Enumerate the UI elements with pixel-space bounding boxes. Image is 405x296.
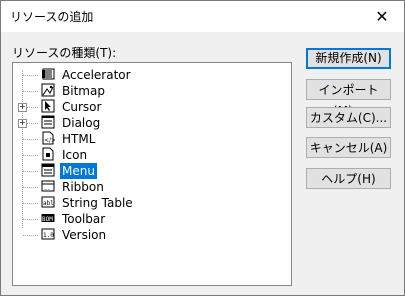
bitmap-icon (41, 83, 55, 97)
tree-item-bitmap[interactable]: Bitmap (13, 83, 283, 99)
tree-branch-line (23, 155, 38, 156)
close-button[interactable]: ✕ (360, 1, 404, 32)
tree-item-label: Cursor (62, 100, 102, 114)
help-button[interactable]: ヘルプ(H) (306, 168, 391, 189)
accelerator-icon (41, 67, 55, 81)
tree-item-label: HTML (62, 132, 96, 146)
string-table-icon: abl (41, 195, 55, 209)
tree-item-label: Dialog (62, 116, 101, 130)
tree-item-string-table[interactable]: abl String Table (13, 195, 283, 211)
tree-item-cursor[interactable]: + Cursor (13, 99, 283, 115)
tree-branch-line (23, 139, 38, 140)
tree-item-dialog[interactable]: + Dialog (13, 115, 283, 131)
cancel-button[interactable]: キャンセル(A) (306, 137, 391, 158)
tree-item-icon[interactable]: Icon (13, 147, 283, 163)
expand-icon[interactable]: + (18, 103, 27, 112)
custom-button[interactable]: カスタム(C)... (306, 107, 391, 128)
toolbar-icon-text: BOM (42, 216, 53, 223)
menu-icon (41, 163, 55, 177)
tree-branch-line (23, 219, 38, 220)
tree-branch-line (23, 203, 38, 204)
html-icon: </> (41, 131, 55, 145)
tree-item-label: String Table (62, 196, 133, 210)
tree-item-label: Bitmap (62, 84, 105, 98)
tree-branch-line (23, 75, 38, 76)
tree-item-html[interactable]: </> HTML (13, 131, 283, 147)
tree-item-label: Ribbon (62, 180, 104, 194)
tree-item-toolbar[interactable]: BOM Toolbar (13, 211, 283, 227)
dialog-title: リソースの追加 (10, 10, 94, 24)
version-icon-text: 1.0 (43, 232, 54, 239)
tree-branch-line (23, 187, 38, 188)
tree-branch-line (23, 235, 38, 236)
dialog-icon (41, 115, 55, 129)
toolbar-icon: BOM (41, 211, 55, 225)
ribbon-icon: ... (41, 179, 55, 193)
tree-item-ribbon[interactable]: ... Ribbon (13, 179, 283, 195)
ribbon-icon-text: ... (44, 185, 50, 192)
tree-item-accelerator[interactable]: Accelerator (13, 67, 283, 83)
resource-type-label: リソースの種類(T): (12, 46, 117, 60)
new-button[interactable]: 新規作成(N) (306, 48, 391, 69)
tree-item-menu[interactable]: Menu (13, 163, 283, 179)
expand-icon[interactable]: + (18, 119, 27, 128)
import-button[interactable]: インポート(M)... (306, 79, 391, 118)
tree-branch-line (27, 123, 38, 124)
title-bar: リソースの追加 ✕ (1, 1, 404, 32)
cursor-icon (41, 99, 55, 113)
tree-item-version[interactable]: 1.0 Version (13, 227, 283, 243)
tree-branch-line (27, 107, 38, 108)
tree-item-label: Icon (62, 148, 88, 162)
tree-item-label: Toolbar (62, 212, 106, 226)
tree-item-label-selected: Menu (60, 163, 97, 179)
icon-resource-icon (41, 147, 55, 161)
version-icon: 1.0 (41, 227, 55, 241)
tree-item-label: Version (62, 228, 107, 242)
resource-type-tree[interactable]: Accelerator Bitmap + Cursor + Dialog </>… (12, 62, 292, 286)
add-resource-dialog: リソースの追加 ✕ リソースの種類(T): Accelerator Bitmap… (0, 0, 405, 296)
svg-text:</>: </> (44, 137, 55, 144)
tree-branch-line (23, 171, 38, 172)
string-table-icon-text: abl (43, 200, 54, 207)
tree-branch-line (23, 91, 38, 92)
tree-item-label: Accelerator (62, 68, 131, 82)
